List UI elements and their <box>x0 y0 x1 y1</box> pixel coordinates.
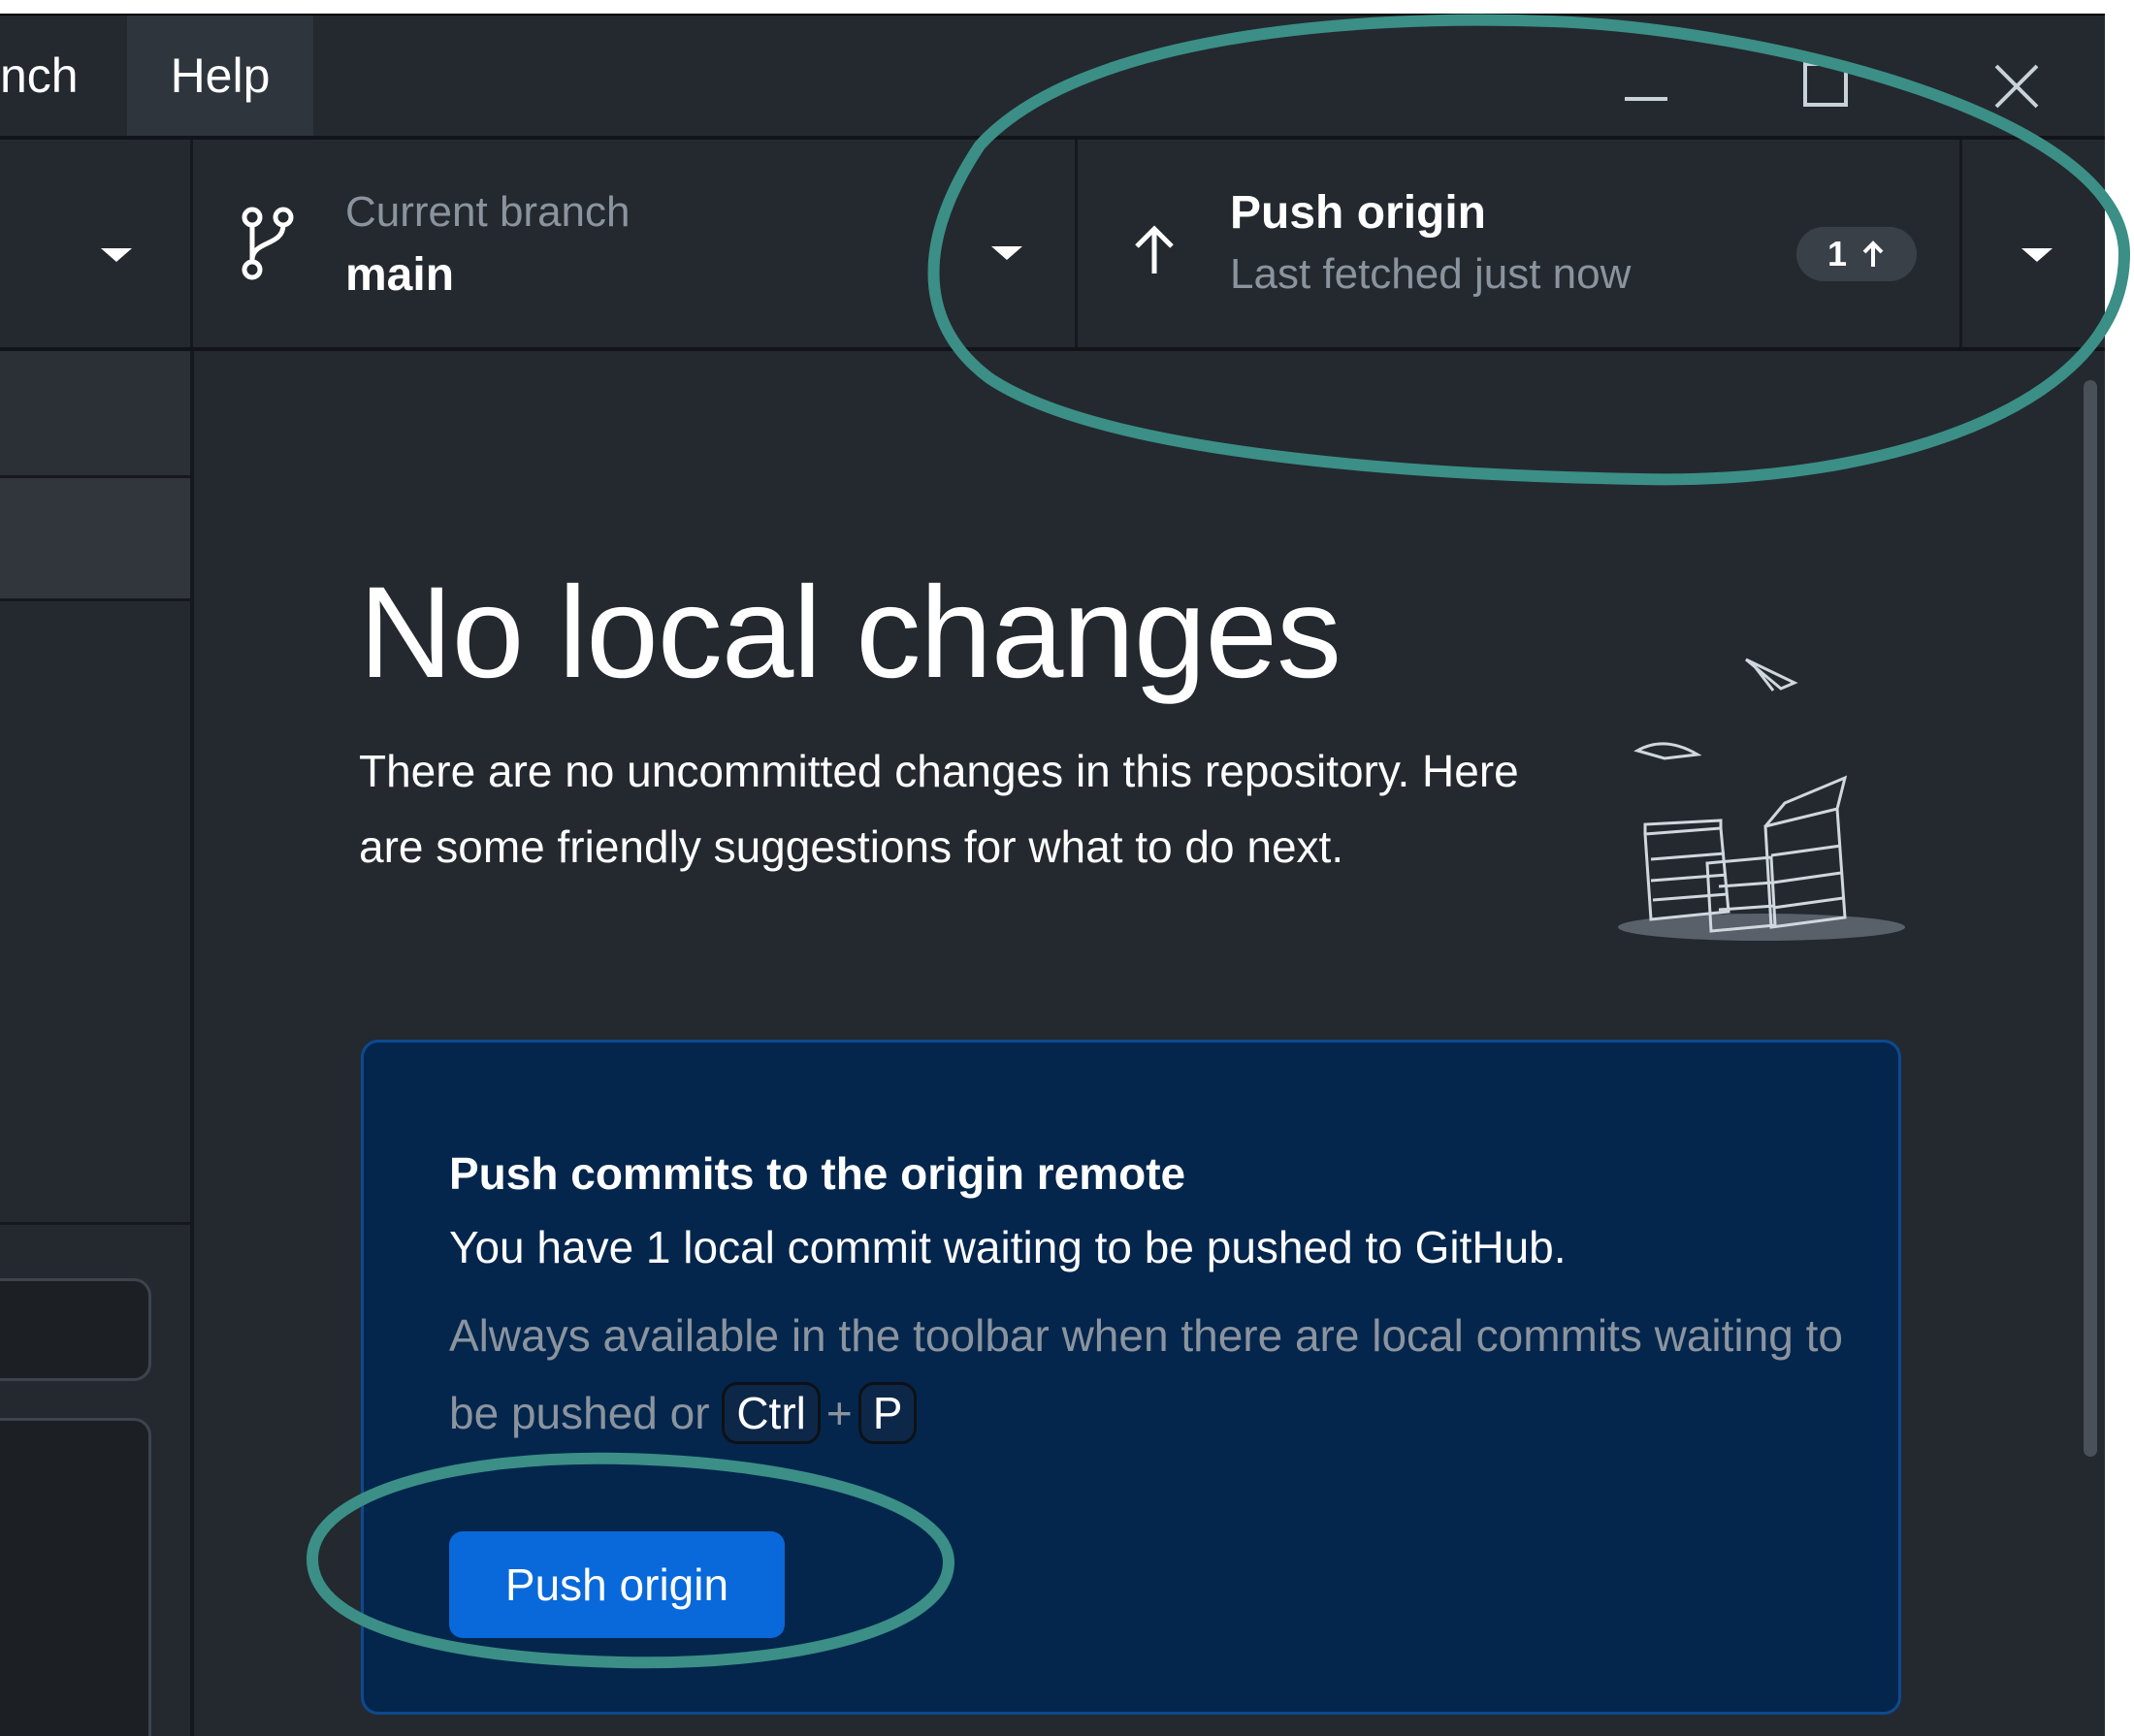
changes-sidebar <box>0 351 190 1736</box>
git-branch-icon <box>242 207 294 280</box>
commit-summary-field[interactable] <box>0 1278 151 1381</box>
push-origin-button[interactable]: Push origin <box>449 1531 785 1638</box>
card-title: Push commits to the origin remote <box>449 1148 1186 1199</box>
repository-dropdown-caret-icon[interactable] <box>101 248 132 262</box>
close-icon[interactable] <box>1979 54 2056 132</box>
push-options-caret-icon[interactable] <box>2021 248 2053 262</box>
minimize-icon[interactable] <box>1605 54 1683 132</box>
toolbar-divider <box>190 140 193 347</box>
sidebar-tab-changes[interactable] <box>0 351 190 478</box>
maximize-icon[interactable] <box>1790 54 1867 132</box>
arrow-up-icon <box>1135 225 1174 273</box>
card-hint-text: Always available in the toolbar when the… <box>449 1310 1843 1438</box>
pane-divider[interactable] <box>190 351 194 1736</box>
card-hint: Always available in the toolbar when the… <box>449 1297 1865 1452</box>
current-branch-name: main <box>345 249 455 301</box>
kbd-ctrl: Ctrl <box>722 1382 821 1444</box>
empty-state-illustration <box>1618 658 1905 941</box>
github-desktop-window: nch Help Current branch main Push origin… <box>0 14 2105 1736</box>
ahead-count: 1 <box>1827 234 1848 273</box>
commit-description-field[interactable] <box>0 1418 151 1736</box>
current-branch-label: Current branch <box>345 188 630 236</box>
sidebar-divider <box>0 1222 190 1225</box>
commits-ahead-badge: 1 <box>1796 227 1917 281</box>
toolbar-divider <box>1959 140 1962 347</box>
card-description: You have 1 local commit waiting to be pu… <box>449 1222 1567 1272</box>
kbd-plus: + <box>825 1388 853 1438</box>
page-description: There are no uncommitted changes in this… <box>359 746 1519 872</box>
arrow-up-small-icon <box>1862 241 1884 267</box>
toolbar: Current branch main Push origin Last fet… <box>0 140 2105 351</box>
page-title: No local changes <box>359 561 1342 705</box>
push-suggestion-card: Push commits to the origin remote You ha… <box>361 1040 1901 1715</box>
scrollbar[interactable] <box>2084 380 2097 1457</box>
title-bar: nch Help <box>0 16 2105 140</box>
menu-help[interactable]: Help <box>127 16 313 136</box>
toolbar-divider <box>1075 140 1078 347</box>
last-fetched-text: Last fetched just now <box>1230 250 1632 298</box>
menu-branch[interactable]: nch <box>0 16 117 136</box>
push-origin-title: Push origin <box>1230 187 1486 239</box>
kbd-p: P <box>857 1382 918 1444</box>
branch-dropdown-caret-icon <box>991 246 1022 260</box>
sidebar-header-row[interactable] <box>0 478 190 601</box>
